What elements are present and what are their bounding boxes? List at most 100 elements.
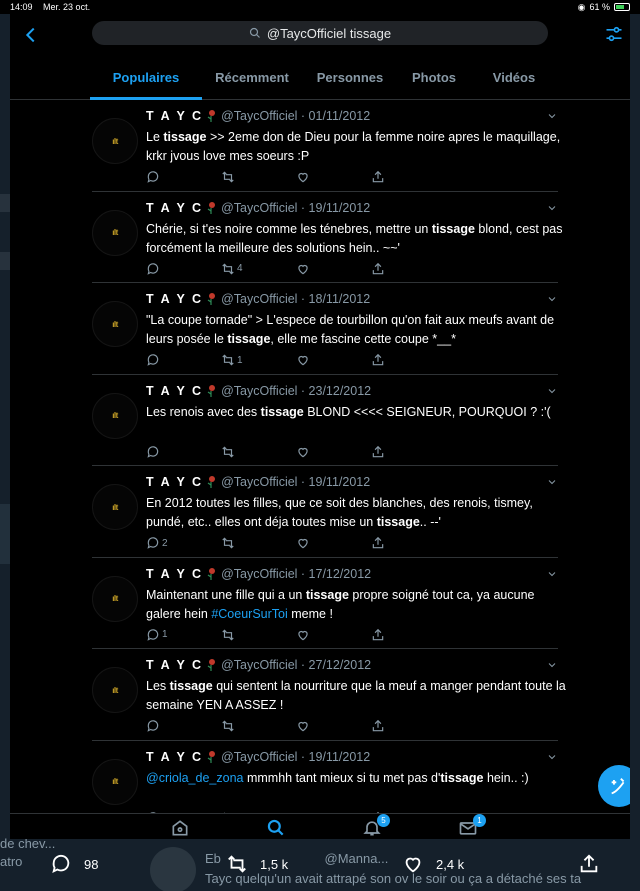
reply-action[interactable]: 98 [50, 853, 98, 875]
tab-personnes[interactable]: Personnes [317, 70, 383, 85]
share-icon [372, 719, 384, 732]
share-button[interactable] [371, 445, 385, 459]
tweet-timeline: ılt T A Y C @TaycOfficiel · 01/11/2012 Le t… [10, 100, 630, 839]
notifications-nav[interactable]: 5 [362, 814, 390, 838]
share-button[interactable] [371, 262, 385, 276]
tweet[interactable]: ılt T A Y C @TaycOfficiel · 01/11/2012 Le t… [10, 100, 630, 192]
reply-button[interactable] [146, 262, 162, 276]
avatar-logo: ılt [112, 136, 118, 146]
chevron-down-icon[interactable] [546, 568, 558, 580]
tweet[interactable]: ılt T A Y C @TaycOfficiel · 19/11/2012 En 2… [10, 466, 630, 558]
tweet[interactable]: ılt T A Y C @TaycOfficiel · 18/11/2012 "La … [10, 283, 630, 375]
retweet-button[interactable]: 1 [221, 353, 243, 367]
share-button[interactable] [371, 628, 385, 642]
tab-photos[interactable]: Photos [412, 70, 456, 85]
tab-videos[interactable]: Vidéos [493, 70, 535, 85]
tweet-action-bar: 98 1,5 k 2,4 k [0, 848, 640, 880]
like-action[interactable]: 2,4 k [402, 853, 464, 875]
tweet[interactable]: ılt T A Y C @TaycOfficiel · 27/12/2012 Les … [10, 649, 630, 741]
tweet-author-name[interactable]: T A Y C [146, 750, 203, 764]
tweet-actions: 2 [146, 536, 406, 552]
avatar[interactable]: ılt [92, 209, 138, 256]
share-button[interactable] [371, 719, 385, 733]
retweet-button[interactable] [221, 170, 237, 184]
reply-count: 98 [84, 856, 99, 872]
back-icon[interactable] [20, 24, 42, 46]
tweet-author-name[interactable]: T A Y C [146, 384, 203, 398]
chevron-down-icon[interactable] [546, 659, 558, 671]
chevron-down-icon[interactable] [546, 385, 558, 397]
heart-icon [298, 355, 308, 366]
tweet-author-name[interactable]: T A Y C [146, 109, 203, 123]
avatar[interactable]: ılt [92, 392, 138, 439]
avatar[interactable]: ılt [92, 118, 138, 164]
heart-icon [405, 857, 421, 873]
retweet-button[interactable] [221, 536, 237, 550]
tweet-actions: 1 [146, 353, 406, 369]
avatar[interactable]: ılt [92, 575, 138, 622]
tweet-actions [146, 445, 406, 461]
chevron-down-icon[interactable] [546, 751, 558, 763]
retweet-icon [222, 263, 234, 274]
avatar[interactable]: ılt [92, 484, 138, 530]
share-button[interactable] [371, 536, 385, 550]
tweet[interactable]: ılt T A Y C @TaycOfficiel · 19/11/2012 Chér… [10, 192, 630, 283]
filter-icon[interactable] [604, 24, 624, 44]
tweet-actions: 4 [146, 262, 406, 278]
like-button[interactable] [296, 628, 310, 642]
avatar[interactable]: ılt [92, 758, 138, 805]
chevron-down-icon[interactable] [546, 110, 558, 122]
reply-button[interactable] [146, 719, 162, 733]
share-button[interactable] [371, 353, 385, 367]
like-button[interactable] [296, 170, 310, 184]
avatar[interactable]: ılt [92, 667, 138, 713]
tweet-actions [146, 719, 406, 735]
like-button[interactable] [296, 445, 310, 459]
reply-button[interactable]: 2 [146, 536, 168, 550]
like-button[interactable] [296, 353, 310, 367]
search-nav-icon[interactable] [266, 818, 286, 838]
reply-button[interactable] [146, 353, 162, 367]
like-button[interactable] [296, 719, 310, 733]
battery-label: 61 % [589, 2, 610, 12]
tweet-author-name[interactable]: T A Y C [146, 201, 203, 215]
retweet-button[interactable] [221, 445, 237, 459]
chevron-down-icon[interactable] [546, 293, 558, 305]
reply-icon [147, 262, 159, 275]
share-button[interactable] [371, 170, 385, 184]
tweet-author-name[interactable]: T A Y C [146, 475, 203, 489]
reply-button[interactable] [146, 445, 162, 459]
search-icon [249, 27, 260, 38]
tweet-author-name[interactable]: T A Y C [146, 567, 203, 581]
retweet-icon [222, 537, 234, 549]
retweet-button[interactable] [221, 628, 237, 642]
tweet-header: T A Y C @TaycOfficiel · 23/12/2012 [146, 384, 371, 398]
tweet-author-name[interactable]: T A Y C [146, 292, 203, 306]
retweet-icon [222, 354, 234, 366]
tweet-text: Maintenant une fille qui a un tissage pr… [146, 587, 535, 621]
tab-recemment[interactable]: Récemment [215, 70, 289, 85]
messages-nav[interactable]: 1 [458, 814, 486, 838]
heart-icon [298, 721, 308, 732]
chevron-down-icon[interactable] [546, 476, 558, 488]
tweet-author-name[interactable]: T A Y C [146, 658, 203, 672]
home-icon[interactable] [170, 818, 190, 838]
share-action[interactable] [578, 853, 600, 875]
avatar[interactable]: ılt [92, 301, 138, 347]
retweet-button[interactable] [221, 719, 237, 733]
search-input[interactable]: @TaycOfficiel tissage [92, 21, 548, 45]
tweet[interactable]: ılt T A Y C @TaycOfficiel · 23/12/2012 Les … [10, 375, 630, 466]
like-button[interactable] [296, 262, 310, 276]
reply-button[interactable] [146, 170, 162, 184]
retweet-button[interactable]: 4 [221, 262, 243, 276]
tab-populaires[interactable]: Populaires [113, 70, 179, 85]
rose-emoji-icon [207, 567, 216, 580]
retweet-action[interactable]: 1,5 k [226, 853, 288, 875]
reply-button[interactable]: 1 [146, 628, 168, 642]
status-bar: 14:09 Mer. 23 oct. ◉ 61 % [0, 0, 640, 14]
like-button[interactable] [296, 536, 310, 550]
tweet-header: T A Y C @TaycOfficiel · 01/11/2012 [146, 109, 370, 123]
tweet[interactable]: ılt T A Y C @TaycOfficiel · 17/12/2012 Main… [10, 558, 630, 649]
bottom-nav: 5 1 [10, 813, 630, 839]
chevron-down-icon[interactable] [546, 202, 558, 214]
